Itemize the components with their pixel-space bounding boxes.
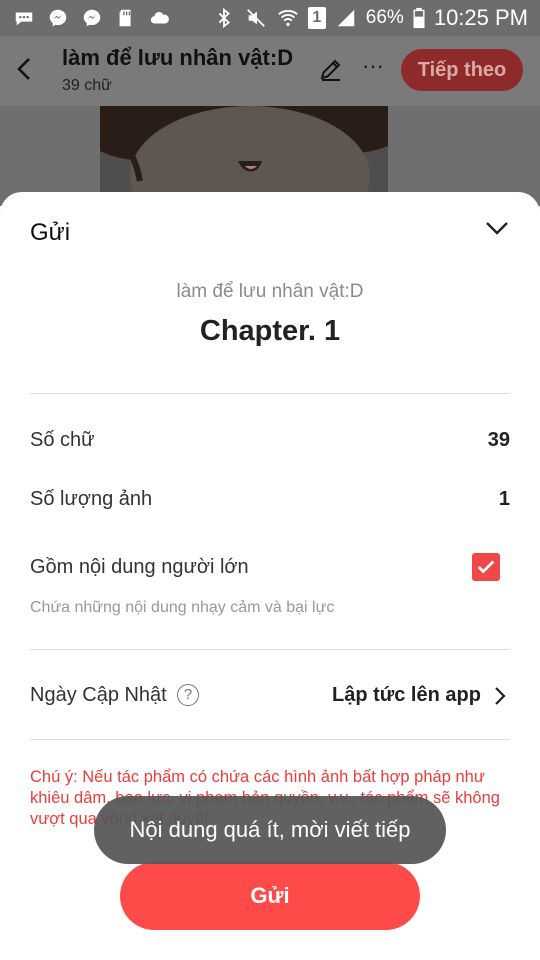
back-arrow-icon[interactable] bbox=[12, 56, 38, 82]
mute-icon bbox=[244, 7, 268, 29]
update-date-value[interactable]: Lập tức lên app bbox=[332, 684, 481, 707]
sim-icon: 1 bbox=[307, 7, 326, 29]
adult-content-label: Gồm nội dung người lớn bbox=[30, 556, 249, 578]
wifi-icon bbox=[276, 7, 300, 29]
adult-content-description: Chứa những nội dung nhạy cảm và bại lực bbox=[30, 599, 335, 616]
signal-icon bbox=[334, 7, 358, 29]
divider bbox=[30, 393, 510, 394]
sd-card-icon bbox=[114, 7, 138, 29]
battery-percent: 66% bbox=[365, 7, 404, 28]
battery-icon bbox=[412, 7, 426, 29]
check-icon bbox=[477, 560, 495, 574]
chevron-right-icon[interactable] bbox=[492, 685, 508, 707]
editor-header: làm để lưu nhân vật:D 39 chữ ··· Tiếp th… bbox=[0, 36, 540, 106]
story-title: làm để lưu nhân vật:D bbox=[62, 45, 294, 70]
messenger-icon bbox=[80, 7, 104, 29]
bluetooth-icon bbox=[212, 7, 236, 29]
status-bar: 1 66% 10:25 PM bbox=[0, 0, 540, 36]
adult-content-checkbox[interactable] bbox=[472, 553, 500, 581]
toast-message: Nội dung quá ít, mời viết tiếp bbox=[94, 796, 446, 864]
story-name: làm để lưu nhân vật:D bbox=[176, 281, 364, 302]
help-icon[interactable]: ? bbox=[177, 684, 199, 706]
pencil-icon[interactable] bbox=[318, 56, 344, 82]
sheet-title: Gửi bbox=[30, 219, 71, 246]
word-count-value: 39 bbox=[487, 429, 510, 451]
word-count: 39 chữ bbox=[62, 77, 112, 94]
divider bbox=[30, 649, 510, 650]
submit-button[interactable]: Gửi bbox=[120, 862, 420, 930]
next-button[interactable]: Tiếp theo bbox=[401, 49, 523, 91]
chevron-down-icon[interactable] bbox=[484, 218, 510, 238]
messenger-icon bbox=[46, 7, 70, 29]
cloud-icon bbox=[148, 7, 172, 29]
image-count-label: Số lượng ảnh bbox=[30, 488, 153, 510]
clock: 10:25 PM bbox=[433, 5, 528, 30]
message-icon bbox=[12, 7, 36, 29]
word-count-label: Số chữ bbox=[30, 429, 95, 451]
more-icon[interactable]: ··· bbox=[360, 55, 386, 82]
update-date-label: Ngày Cập Nhật bbox=[30, 684, 167, 706]
chapter-title: Chapter. 1 bbox=[199, 315, 341, 347]
divider bbox=[30, 739, 510, 740]
image-count-value: 1 bbox=[498, 488, 510, 510]
chapter-image bbox=[100, 106, 388, 206]
